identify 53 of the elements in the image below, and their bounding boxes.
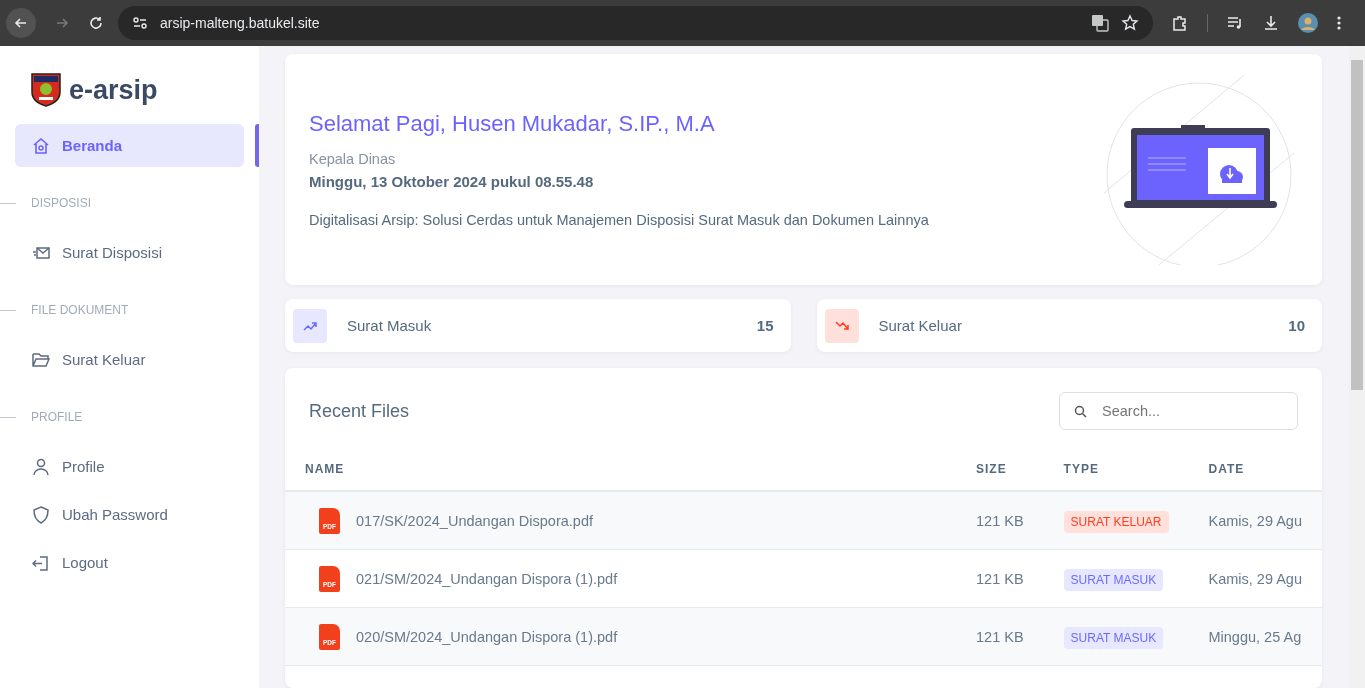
nav-item[interactable]: Ubah Password	[15, 493, 244, 536]
scrollbar-thumb[interactable]	[1351, 60, 1363, 390]
file-date: Kamis, 29 Agu	[1208, 512, 1302, 529]
section-title: Recent Files	[309, 400, 410, 422]
current-datetime: Minggu, 13 Oktober 2024 pukul 08.55.48	[309, 173, 595, 190]
emblem-logo-icon	[31, 73, 61, 107]
url-text: arsip-malteng.batukel.site	[160, 15, 320, 31]
extensions-icon[interactable]	[1171, 14, 1189, 32]
stat-label: Surat Masuk	[347, 317, 433, 334]
brand-name: e-arsip	[69, 74, 158, 106]
folder-icon	[32, 350, 50, 369]
stat-count: 15	[756, 317, 774, 334]
nav-item[interactable]: Profile	[15, 445, 244, 488]
menu-icon[interactable]	[1336, 15, 1342, 31]
type-badge: SURAT KELUAR	[1063, 510, 1169, 533]
search-field[interactable]: Search...	[1059, 392, 1298, 430]
tagline: Digitalisasi Arsip: Solusi Cerdas untuk Manajemen Disposisi Surat Masuk dan Dokumen Lainnya	[309, 212, 929, 228]
user-icon	[32, 457, 50, 476]
greeting-title: Selamat Pagi, Husen Mukadar, S.IP., M.A	[309, 111, 716, 137]
nav-item[interactable]: Beranda	[15, 124, 244, 167]
section-header: FILE DOKUMENT	[31, 303, 129, 317]
nav-item[interactable]: Logout	[15, 541, 244, 584]
stat-count: 10	[1288, 317, 1305, 334]
file-date: Minggu, 25 Ag	[1208, 628, 1302, 645]
section-header: PROFILE	[31, 410, 83, 424]
reload-icon[interactable]	[88, 15, 104, 31]
nav-item[interactable]: Surat Disposisi	[15, 231, 244, 274]
download-icon[interactable]	[1262, 14, 1280, 32]
home-icon	[32, 136, 50, 155]
trend-down-icon	[824, 308, 859, 343]
address-bar[interactable]: arsip-malteng.batukel.site	[118, 6, 1153, 40]
logout-icon	[32, 553, 50, 572]
nav-item[interactable]: Surat Keluar	[15, 338, 244, 381]
star-icon[interactable]	[1121, 14, 1139, 32]
avatar-icon[interactable]	[1298, 13, 1318, 33]
media-icon[interactable]	[1226, 14, 1244, 32]
file-size: 121 KB	[976, 628, 1024, 645]
back-button[interactable]	[6, 8, 36, 38]
file-size: 121 KB	[976, 512, 1024, 529]
file-size: 121 KB	[976, 570, 1024, 587]
type-badge: SURAT MASUK	[1063, 568, 1164, 591]
file-date: Kamis, 29 Agu	[1208, 570, 1302, 587]
shield-icon	[32, 505, 50, 524]
file-name: 020/SM/2024_Undangan Dispora (1).pdf	[356, 628, 618, 645]
file-name: 017/SK/2024_Undangan Dispora.pdf	[356, 512, 593, 529]
trend-up-icon	[293, 308, 327, 343]
translate-icon[interactable]	[1091, 14, 1109, 32]
user-role: Kepala Dinas	[309, 151, 397, 167]
type-badge: SURAT MASUK	[1063, 626, 1164, 649]
section-header: DISPOSISI	[31, 196, 92, 210]
file-name: 021/SM/2024_Undangan Dispora (1).pdf	[356, 570, 618, 587]
stat-label: Surat Keluar	[878, 317, 963, 334]
site-settings-icon[interactable]	[132, 16, 148, 30]
